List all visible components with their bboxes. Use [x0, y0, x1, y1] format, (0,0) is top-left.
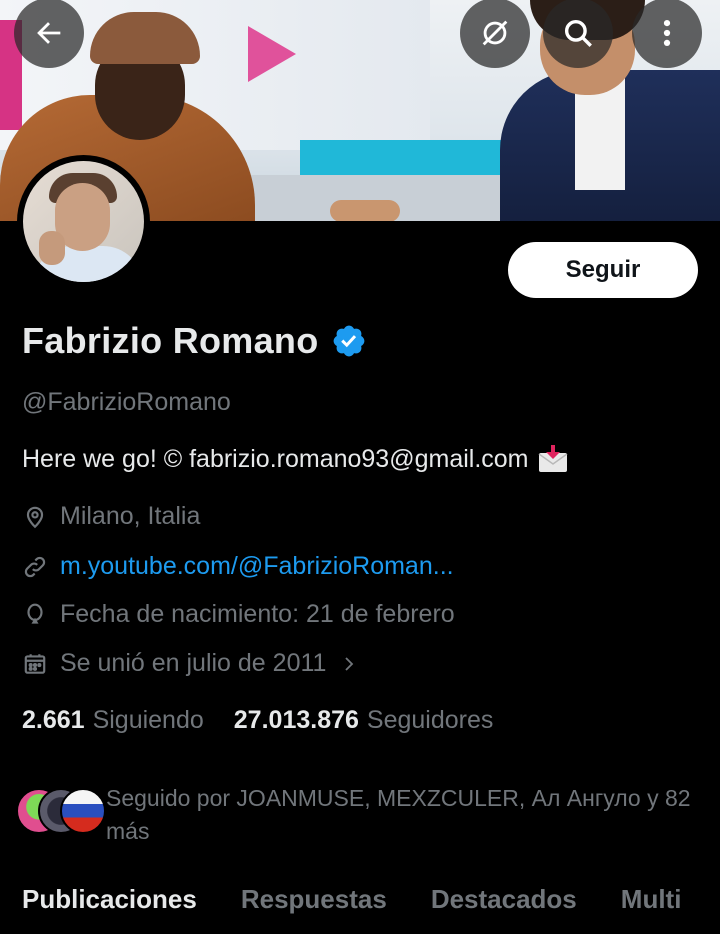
back-button[interactable]	[14, 0, 84, 68]
profile-tabs: Publicaciones Respuestas Destacados Mult…	[22, 884, 720, 915]
more-vertical-icon	[663, 19, 671, 47]
incoming-envelope-icon	[538, 445, 567, 472]
hide-banner-button[interactable]	[460, 0, 530, 68]
profile-bio: Here we go! © fabrizio.romano93@gmail.co…	[22, 444, 569, 474]
joined-row[interactable]: Se unió en julio de 2011	[22, 649, 358, 678]
profile-location: Milano, Italia	[60, 502, 201, 530]
banner-hand	[330, 200, 400, 221]
following-label: Siguiendo	[92, 706, 204, 734]
profile-website-link[interactable]: m.youtube.com/@FabrizioRoman...	[60, 552, 454, 581]
link-icon	[24, 556, 46, 577]
followed-by-text: Seguido por JOANMUSE, MEXZCULER, Ал Ангу…	[106, 785, 691, 844]
verified-badge-icon[interactable]	[331, 323, 367, 359]
tab-multimedia[interactable]: Multi	[621, 884, 682, 915]
profile-joined: Se unió en julio de 2011	[60, 649, 327, 677]
balloon-icon	[27, 603, 43, 624]
birthday-row: Fecha de nacimiento: 21 de febrero	[22, 600, 455, 629]
bio-text: Here we go! © fabrizio.romano93@gmail.co…	[22, 444, 529, 473]
chevron-right-icon	[345, 656, 354, 671]
location-pin-icon	[26, 506, 44, 528]
following-stat[interactable]: 2.661 Siguiendo	[22, 706, 204, 735]
tab-publicaciones[interactable]: Publicaciones	[22, 884, 197, 915]
profile-birthday: Fecha de nacimiento: 21 de febrero	[60, 600, 455, 628]
profile-handle: @FabrizioRomano	[22, 388, 231, 416]
tab-destacados[interactable]: Destacados	[431, 884, 577, 915]
avatar	[60, 788, 106, 834]
website-row: m.youtube.com/@FabrizioRoman...	[22, 552, 454, 581]
more-options-button[interactable]	[632, 0, 702, 68]
search-button[interactable]	[543, 0, 613, 68]
search-icon	[564, 19, 592, 47]
banner-shape	[248, 26, 296, 82]
follow-stats: 2.661 Siguiendo 27.013.876 Seguidores	[22, 706, 493, 735]
avatar-photo	[23, 161, 144, 282]
eye-slash-icon	[482, 20, 508, 46]
followers-you-know-avatars	[16, 788, 106, 834]
follow-button[interactable]: Seguir	[508, 242, 698, 298]
name-row: Fabrizio Romano	[22, 320, 367, 362]
followers-stat[interactable]: 27.013.876 Seguidores	[234, 706, 494, 735]
followers-label: Seguidores	[366, 706, 494, 734]
profile-avatar[interactable]	[17, 155, 150, 288]
followers-count: 27.013.876	[233, 706, 359, 734]
location-row: Milano, Italia	[22, 502, 200, 531]
back-arrow-icon	[37, 22, 61, 44]
following-count: 2.661	[22, 706, 85, 734]
calendar-icon	[24, 653, 46, 674]
tab-respuestas[interactable]: Respuestas	[241, 884, 387, 915]
avatar-hand	[39, 231, 65, 265]
profile-name: Fabrizio Romano	[22, 320, 319, 361]
